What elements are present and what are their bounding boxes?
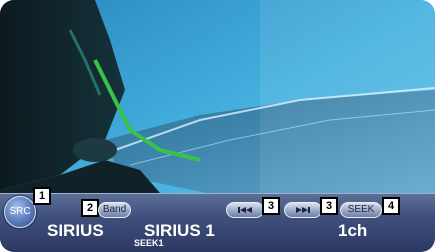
- source-label: SIRIUS: [47, 221, 104, 240]
- skip-previous-icon: [238, 207, 252, 213]
- next-channel-button[interactable]: [284, 202, 322, 218]
- callout-2: 2: [81, 199, 99, 217]
- skip-next-icon: [296, 207, 310, 213]
- source-button[interactable]: SRC: [4, 196, 36, 228]
- callout-3-prev: 3: [262, 197, 280, 215]
- callout-4: 4: [382, 197, 400, 215]
- callout-1: 1: [33, 187, 51, 205]
- previous-channel-button[interactable]: [226, 202, 264, 218]
- seek-button[interactable]: SEEK: [340, 202, 382, 218]
- callout-3-next: 3: [320, 197, 338, 215]
- display-screen: SRC 1 2 Band 3 3 SEEK 4 SIRIUS SIRIUS 1 …: [0, 0, 435, 252]
- seek-mode-label: SEEK1: [134, 238, 164, 248]
- channel-number: 1ch: [338, 221, 368, 240]
- band-button[interactable]: Band: [98, 202, 131, 218]
